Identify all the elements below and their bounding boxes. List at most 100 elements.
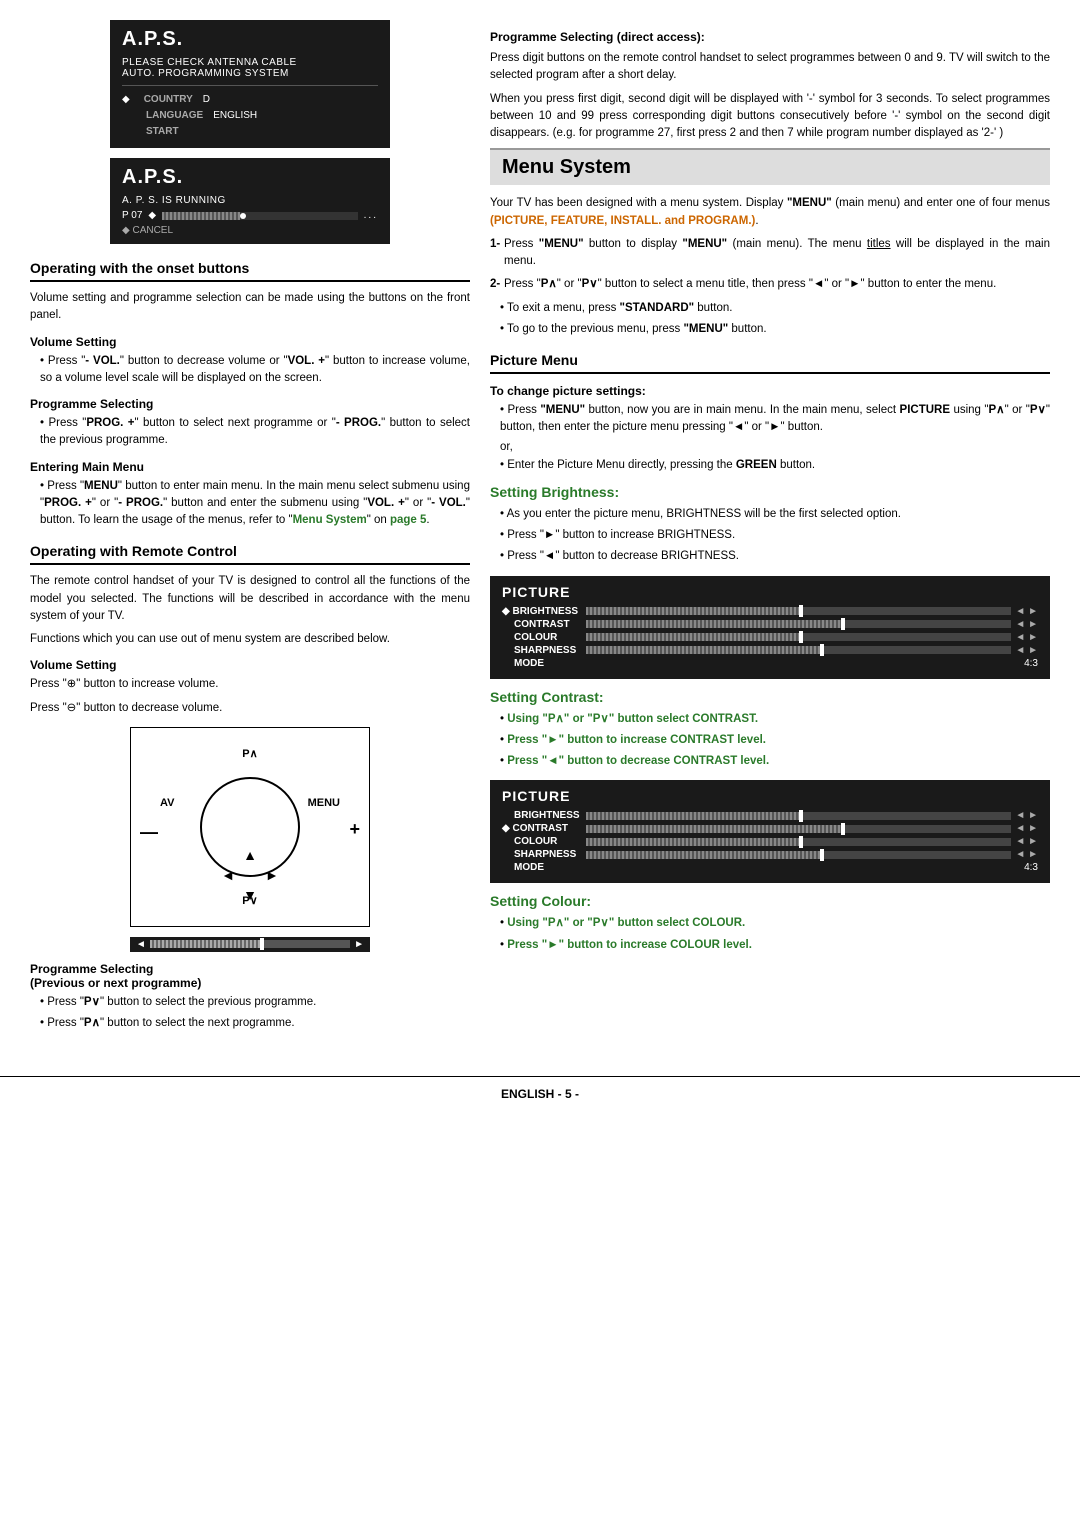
colour2-end: ◄ ►: [1015, 836, 1038, 847]
aps-progress-bar: [162, 212, 358, 220]
brightness2-end: ◄ ►: [1015, 810, 1038, 821]
picture-menu-heading: Picture Menu: [490, 352, 1050, 374]
colour-fill: [586, 633, 799, 641]
aps-language-value: ENGLISH: [213, 108, 257, 124]
picture-row-sharpness: SHARPNESS ◄ ►: [502, 645, 1038, 656]
contrast2-fill: [586, 825, 841, 833]
sharpness2-fill: [586, 851, 820, 859]
picture-box1-title: PICTURE: [502, 584, 1038, 600]
left-arrow-icon: ◄: [221, 867, 235, 883]
aps-arrow-icon: ◆: [122, 92, 130, 108]
picture-box-2: PICTURE BRIGHTNESS ◄ ► ◆ CONTRAST ◄ ► CO…: [490, 780, 1050, 883]
picture-row-colour: COLOUR ◄ ►: [502, 632, 1038, 643]
setting-colour-heading: Setting Colour:: [490, 893, 1050, 909]
contrast2-label: ◆ CONTRAST: [502, 823, 582, 834]
to-change-heading: To change picture settings:: [490, 384, 1050, 398]
menu-system-intro: Your TV has been designed with a menu sy…: [490, 195, 1050, 230]
right-column: Programme Selecting (direct access): Pre…: [490, 20, 1050, 1036]
sharpness-fill: [586, 646, 820, 654]
volume-bullet: Press "- VOL." button to decrease volume…: [30, 353, 470, 388]
aps-country-row: ◆ COUNTRY D: [122, 92, 378, 108]
colour2-label: COLOUR: [502, 836, 582, 847]
sharpness2-end: ◄ ►: [1015, 849, 1038, 860]
aps-arrow-icon2: ◆: [148, 210, 156, 221]
picture2-row-brightness: BRIGHTNESS ◄ ►: [502, 810, 1038, 821]
vol-plus-label: +: [349, 819, 360, 840]
colour-tick: [799, 631, 803, 643]
brightness-label: ◆ BRIGHTNESS: [502, 606, 582, 617]
section1-intro: Volume setting and programme selection c…: [30, 290, 470, 325]
prog-next-bullet: Press "P∧" button to select the next pro…: [30, 1015, 470, 1032]
aps-box-1: A.P.S. PLEASE CHECK ANTENNA CABLE AUTO. …: [110, 20, 390, 148]
aps-sub-line2: AUTO. PROGRAMMING SYSTEM: [122, 68, 378, 79]
brightness-fill: [586, 607, 799, 615]
aps-prog-row: P 07 ◆ ...: [122, 210, 378, 221]
aps-spacer2: [122, 124, 136, 140]
prog-bullet: Press "PROG. +" button to select next pr…: [30, 415, 470, 450]
contrast-label: CONTRAST: [502, 619, 582, 630]
aps-language-row: LANGUAGE ENGLISH: [122, 108, 378, 124]
remote-prog-fill-bar: [150, 940, 350, 948]
prog-prev-bullet: Press "P∨" button to select the previous…: [30, 994, 470, 1011]
remote-bottom-label: P∨: [242, 894, 257, 907]
aps-title-1: A.P.S.: [122, 28, 378, 51]
page: A.P.S. PLEASE CHECK ANTENNA CABLE AUTO. …: [0, 0, 1080, 1056]
picture2-row-sharpness: SHARPNESS ◄ ►: [502, 849, 1038, 860]
to-change-bullet: Press "MENU" button, now you are in main…: [490, 402, 1050, 437]
contrast-tick: [841, 618, 845, 630]
remote-inner: AV MENU P∧ ▲ ◄ ► ▼ P∨ — +: [160, 747, 340, 907]
prog-select-heading: Programme Selecting(Previous or next pro…: [30, 962, 470, 990]
remote-progress-bar: ◄ ►: [130, 937, 370, 952]
volume-setting-heading: Volume Setting: [30, 335, 470, 349]
aps-country-label: COUNTRY: [144, 92, 193, 108]
aps-box-2: A.P.S. A. P. S. IS RUNNING P 07 ◆ ... ◆ …: [110, 158, 390, 244]
vol-minus-label: —: [140, 822, 158, 843]
brightness-para: As you enter the picture menu, BRIGHTNES…: [490, 506, 1050, 523]
aps-subtitle-1: PLEASE CHECK ANTENNA CABLE AUTO. PROGRAM…: [122, 57, 378, 86]
enter-direct-item: Enter the Picture Menu directly, pressin…: [490, 457, 1050, 474]
exit-menu-item: To exit a menu, press "STANDARD" button.: [490, 300, 1050, 317]
aps-start-row: START: [122, 124, 378, 140]
remote-menu-label: MENU: [308, 797, 340, 809]
sharpness2-label: SHARPNESS: [502, 849, 582, 860]
entering-main-heading: Entering Main Menu: [30, 460, 470, 474]
remote-prog-arrow2: ►: [354, 939, 364, 950]
contrast-bullet2: Press "►" button to increase CONTRAST le…: [490, 732, 1050, 749]
brightness2-bar: [586, 812, 1011, 820]
footer: ENGLISH - 5 -: [0, 1076, 1080, 1111]
volume-setting2-heading: Volume Setting: [30, 658, 470, 672]
remote-prog-arrow: ◄: [136, 939, 146, 950]
aps-title-2: A.P.S.: [122, 166, 378, 189]
contrast-bar: [586, 620, 1011, 628]
remote-circle: ▲ ◄ ► ▼: [200, 777, 300, 877]
brightness-end: ◄ ►: [1015, 606, 1038, 617]
aps-language-label: LANGUAGE: [146, 108, 203, 124]
aps-prog-label: P 07: [122, 210, 142, 221]
colour-end: ◄ ►: [1015, 632, 1038, 643]
picture-row-brightness: ◆ BRIGHTNESS ◄ ►: [502, 606, 1038, 617]
brightness-bar: [586, 607, 1011, 615]
contrast2-tick: [841, 823, 845, 835]
picture-box2-title: PICTURE: [502, 788, 1038, 804]
contrast2-bar: [586, 825, 1011, 833]
prog-direct-para2: When you press first digit, second digit…: [490, 91, 1050, 143]
contrast-bullet3: Press "◄" button to decrease CONTRAST le…: [490, 753, 1050, 770]
sharpness-end: ◄ ►: [1015, 645, 1038, 656]
contrast-end: ◄ ►: [1015, 619, 1038, 630]
remote-prog-fill: [150, 940, 260, 948]
picture2-row-colour: COLOUR ◄ ►: [502, 836, 1038, 847]
step1-num: 1-: [490, 236, 500, 253]
remote-top-label: P∧: [242, 747, 257, 760]
prev-menu-item: To go to the previous menu, press "MENU"…: [490, 321, 1050, 338]
brightness2-label: BRIGHTNESS: [502, 810, 582, 821]
aps-dots: ...: [364, 210, 378, 221]
aps-running-text: A. P. S. IS RUNNING: [122, 195, 378, 206]
sharpness-label: SHARPNESS: [502, 645, 582, 656]
brightness-tick: [799, 605, 803, 617]
aps-country-value: D: [203, 92, 210, 108]
entering-main-bullet: Press "MENU" button to enter main menu. …: [30, 478, 470, 530]
remote-diagram: AV MENU P∧ ▲ ◄ ► ▼ P∨ — +: [130, 727, 370, 927]
colour-bullet1: Using "P∧" or "P∨" button select COLOUR.: [490, 915, 1050, 932]
mode-label: MODE: [502, 658, 582, 669]
functions-text: Functions which you can use out of menu …: [30, 631, 470, 648]
